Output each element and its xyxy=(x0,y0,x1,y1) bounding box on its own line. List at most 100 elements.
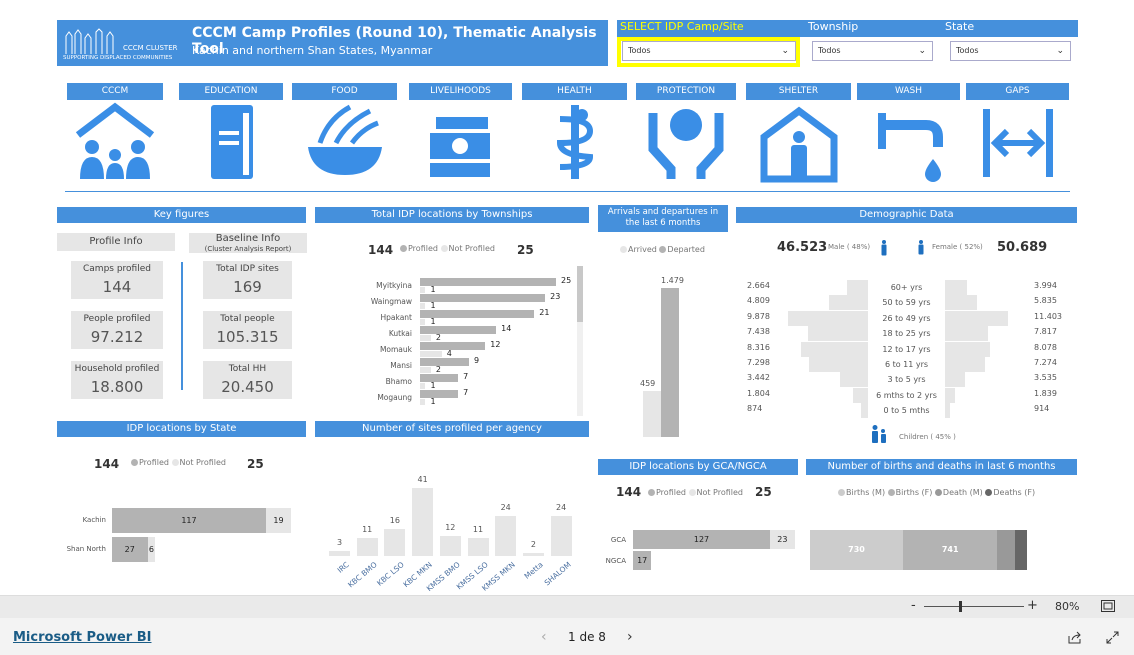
female-bar xyxy=(945,310,1008,326)
female-value: 914 xyxy=(1034,404,1050,414)
not-profiled-value: 23 xyxy=(777,535,788,544)
page-subtitle: Kachin and northern Shan States, Myanmar xyxy=(192,44,433,57)
profiled-value: 25 xyxy=(561,276,572,285)
state-dropdown[interactable]: Todos ⌄ xyxy=(950,41,1071,61)
logo-tagline: SUPPORTING DISPLACED COMMUNITIES xyxy=(63,55,173,61)
fullscreen-icon[interactable] xyxy=(1106,631,1119,644)
book-icon[interactable] xyxy=(186,103,276,181)
legend-profiled: Profiled xyxy=(408,244,438,253)
births-header: Number of births and deaths in last 6 mo… xyxy=(806,459,1077,475)
profiled-value: 9 xyxy=(473,356,480,365)
segment-value: 741 xyxy=(941,545,959,554)
tab-livelihoods[interactable]: LIVELIHOODS xyxy=(409,83,512,100)
zoom-in-button[interactable]: + xyxy=(1027,598,1038,613)
age-group-label: 18 to 25 yrs xyxy=(882,329,931,339)
segment-value: 730 xyxy=(848,545,865,554)
zoom-slider[interactable] xyxy=(924,606,1024,607)
profiled-value: 17 xyxy=(637,556,648,565)
profile-card: Camps profiled 144 xyxy=(71,261,163,299)
female-value: 3.994 xyxy=(1034,281,1057,290)
scrollbar-thumb[interactable] xyxy=(577,266,583,322)
zoom-level: 80% xyxy=(1055,600,1080,613)
fit-to-page-icon[interactable] xyxy=(1101,600,1115,612)
township-dropdown[interactable]: Todos ⌄ xyxy=(812,41,933,61)
not-profiled-value: 1 xyxy=(430,381,436,390)
next-page-button[interactable]: › xyxy=(627,629,633,645)
state-legend: Profiled Not Profiled xyxy=(131,458,226,467)
tab-protection[interactable]: PROTECTION xyxy=(636,83,736,100)
female-value: 8.078 xyxy=(1034,342,1057,352)
protection-hands-icon[interactable] xyxy=(641,103,731,181)
township-label: Hpakant xyxy=(380,313,413,322)
female-value: 11.403 xyxy=(1034,311,1062,321)
legend-profiled: Profiled xyxy=(656,488,686,497)
children-icon xyxy=(872,425,886,443)
female-value: 1.839 xyxy=(1034,388,1057,398)
share-icon[interactable] xyxy=(1068,631,1082,644)
male-bar xyxy=(860,403,868,419)
township-label: Mogaung xyxy=(377,393,412,402)
camp-filter-label: SELECT IDP Camp/Site xyxy=(620,20,744,33)
tab-gaps[interactable]: GAPS xyxy=(966,83,1069,100)
female-bar xyxy=(945,357,986,372)
children-label: Children ( 45% ) xyxy=(899,433,956,441)
baseline-card: Total IDP sites 169 xyxy=(203,261,292,299)
not-profiled-value: 19 xyxy=(273,516,284,525)
legend-arrived: Arrived xyxy=(628,245,657,254)
births-deaths-segment xyxy=(1015,530,1028,570)
arrivals-legend: Arrived Departed xyxy=(620,245,705,254)
legend-item: Deaths (F) xyxy=(993,488,1036,497)
profiled-value: 127 xyxy=(693,535,710,544)
female-pct: ( 52%) xyxy=(959,243,983,251)
profiled-bar xyxy=(420,310,535,318)
state-dropdown-value: Todos xyxy=(956,46,979,55)
state-filter-label: State xyxy=(945,20,975,33)
gap-arrows-icon[interactable] xyxy=(973,103,1063,181)
profiled-value: 27 xyxy=(124,545,135,554)
female-bar xyxy=(945,326,989,342)
tab-cccm[interactable]: CCCM xyxy=(67,83,163,100)
female-text: Female xyxy=(932,243,958,251)
camp-dropdown[interactable]: Todos ⌄ xyxy=(622,41,796,61)
age-group-label: 3 to 5 yrs xyxy=(887,375,926,385)
male-bar xyxy=(853,387,868,403)
tab-health[interactable]: HEALTH xyxy=(522,83,627,100)
townships-scrollbar[interactable] xyxy=(577,266,583,416)
townships-legend: Profiled Not Profiled xyxy=(400,244,495,253)
power-bi-link[interactable]: Microsoft Power BI xyxy=(13,630,151,645)
gca-label: GCA xyxy=(610,536,626,544)
title-banner: CCCM CLUSTER SUPPORTING DISPLACED COMMUN… xyxy=(57,20,608,66)
township-label: Bhamo xyxy=(385,377,412,386)
zoom-slider-thumb[interactable] xyxy=(959,601,962,612)
shelter-icon[interactable] xyxy=(754,103,844,183)
food-bowl-icon[interactable] xyxy=(300,103,390,181)
tab-food[interactable]: FOOD xyxy=(292,83,397,100)
gca-profiled-total: 144 xyxy=(616,485,642,499)
prev-page-button[interactable]: ‹ xyxy=(541,629,547,645)
cccm-logo xyxy=(65,28,114,54)
tap-icon[interactable] xyxy=(864,103,954,182)
baseline-title: Baseline Info xyxy=(215,233,281,244)
female-bar xyxy=(945,372,965,388)
caduceus-icon[interactable] xyxy=(530,103,620,181)
gca-legend: Profiled Not Profiled xyxy=(648,488,743,497)
not-profiled-value: 6 xyxy=(148,545,155,554)
profile-info-header: Profile Info xyxy=(57,233,175,251)
agency-bar xyxy=(522,552,544,556)
not-profiled-bar xyxy=(420,399,426,405)
tab-shelter[interactable]: SHELTER xyxy=(746,83,851,100)
profiled-value: 12 xyxy=(490,340,501,349)
tab-wash[interactable]: WASH xyxy=(857,83,960,100)
family-house-icon[interactable] xyxy=(70,102,160,181)
zoom-out-button[interactable]: - xyxy=(911,598,916,613)
township-label: Mansi xyxy=(390,361,412,370)
tab-education[interactable]: EDUCATION xyxy=(179,83,283,100)
female-bar xyxy=(945,403,951,419)
male-bar xyxy=(829,295,868,311)
arrival-value: 459 xyxy=(640,378,656,388)
divider xyxy=(65,191,1070,192)
money-icon[interactable] xyxy=(416,103,506,181)
gca-header: IDP locations by GCA/NGCA xyxy=(598,459,798,475)
births-deaths-segment xyxy=(997,530,1016,570)
demographic-header: Demographic Data xyxy=(736,207,1077,223)
